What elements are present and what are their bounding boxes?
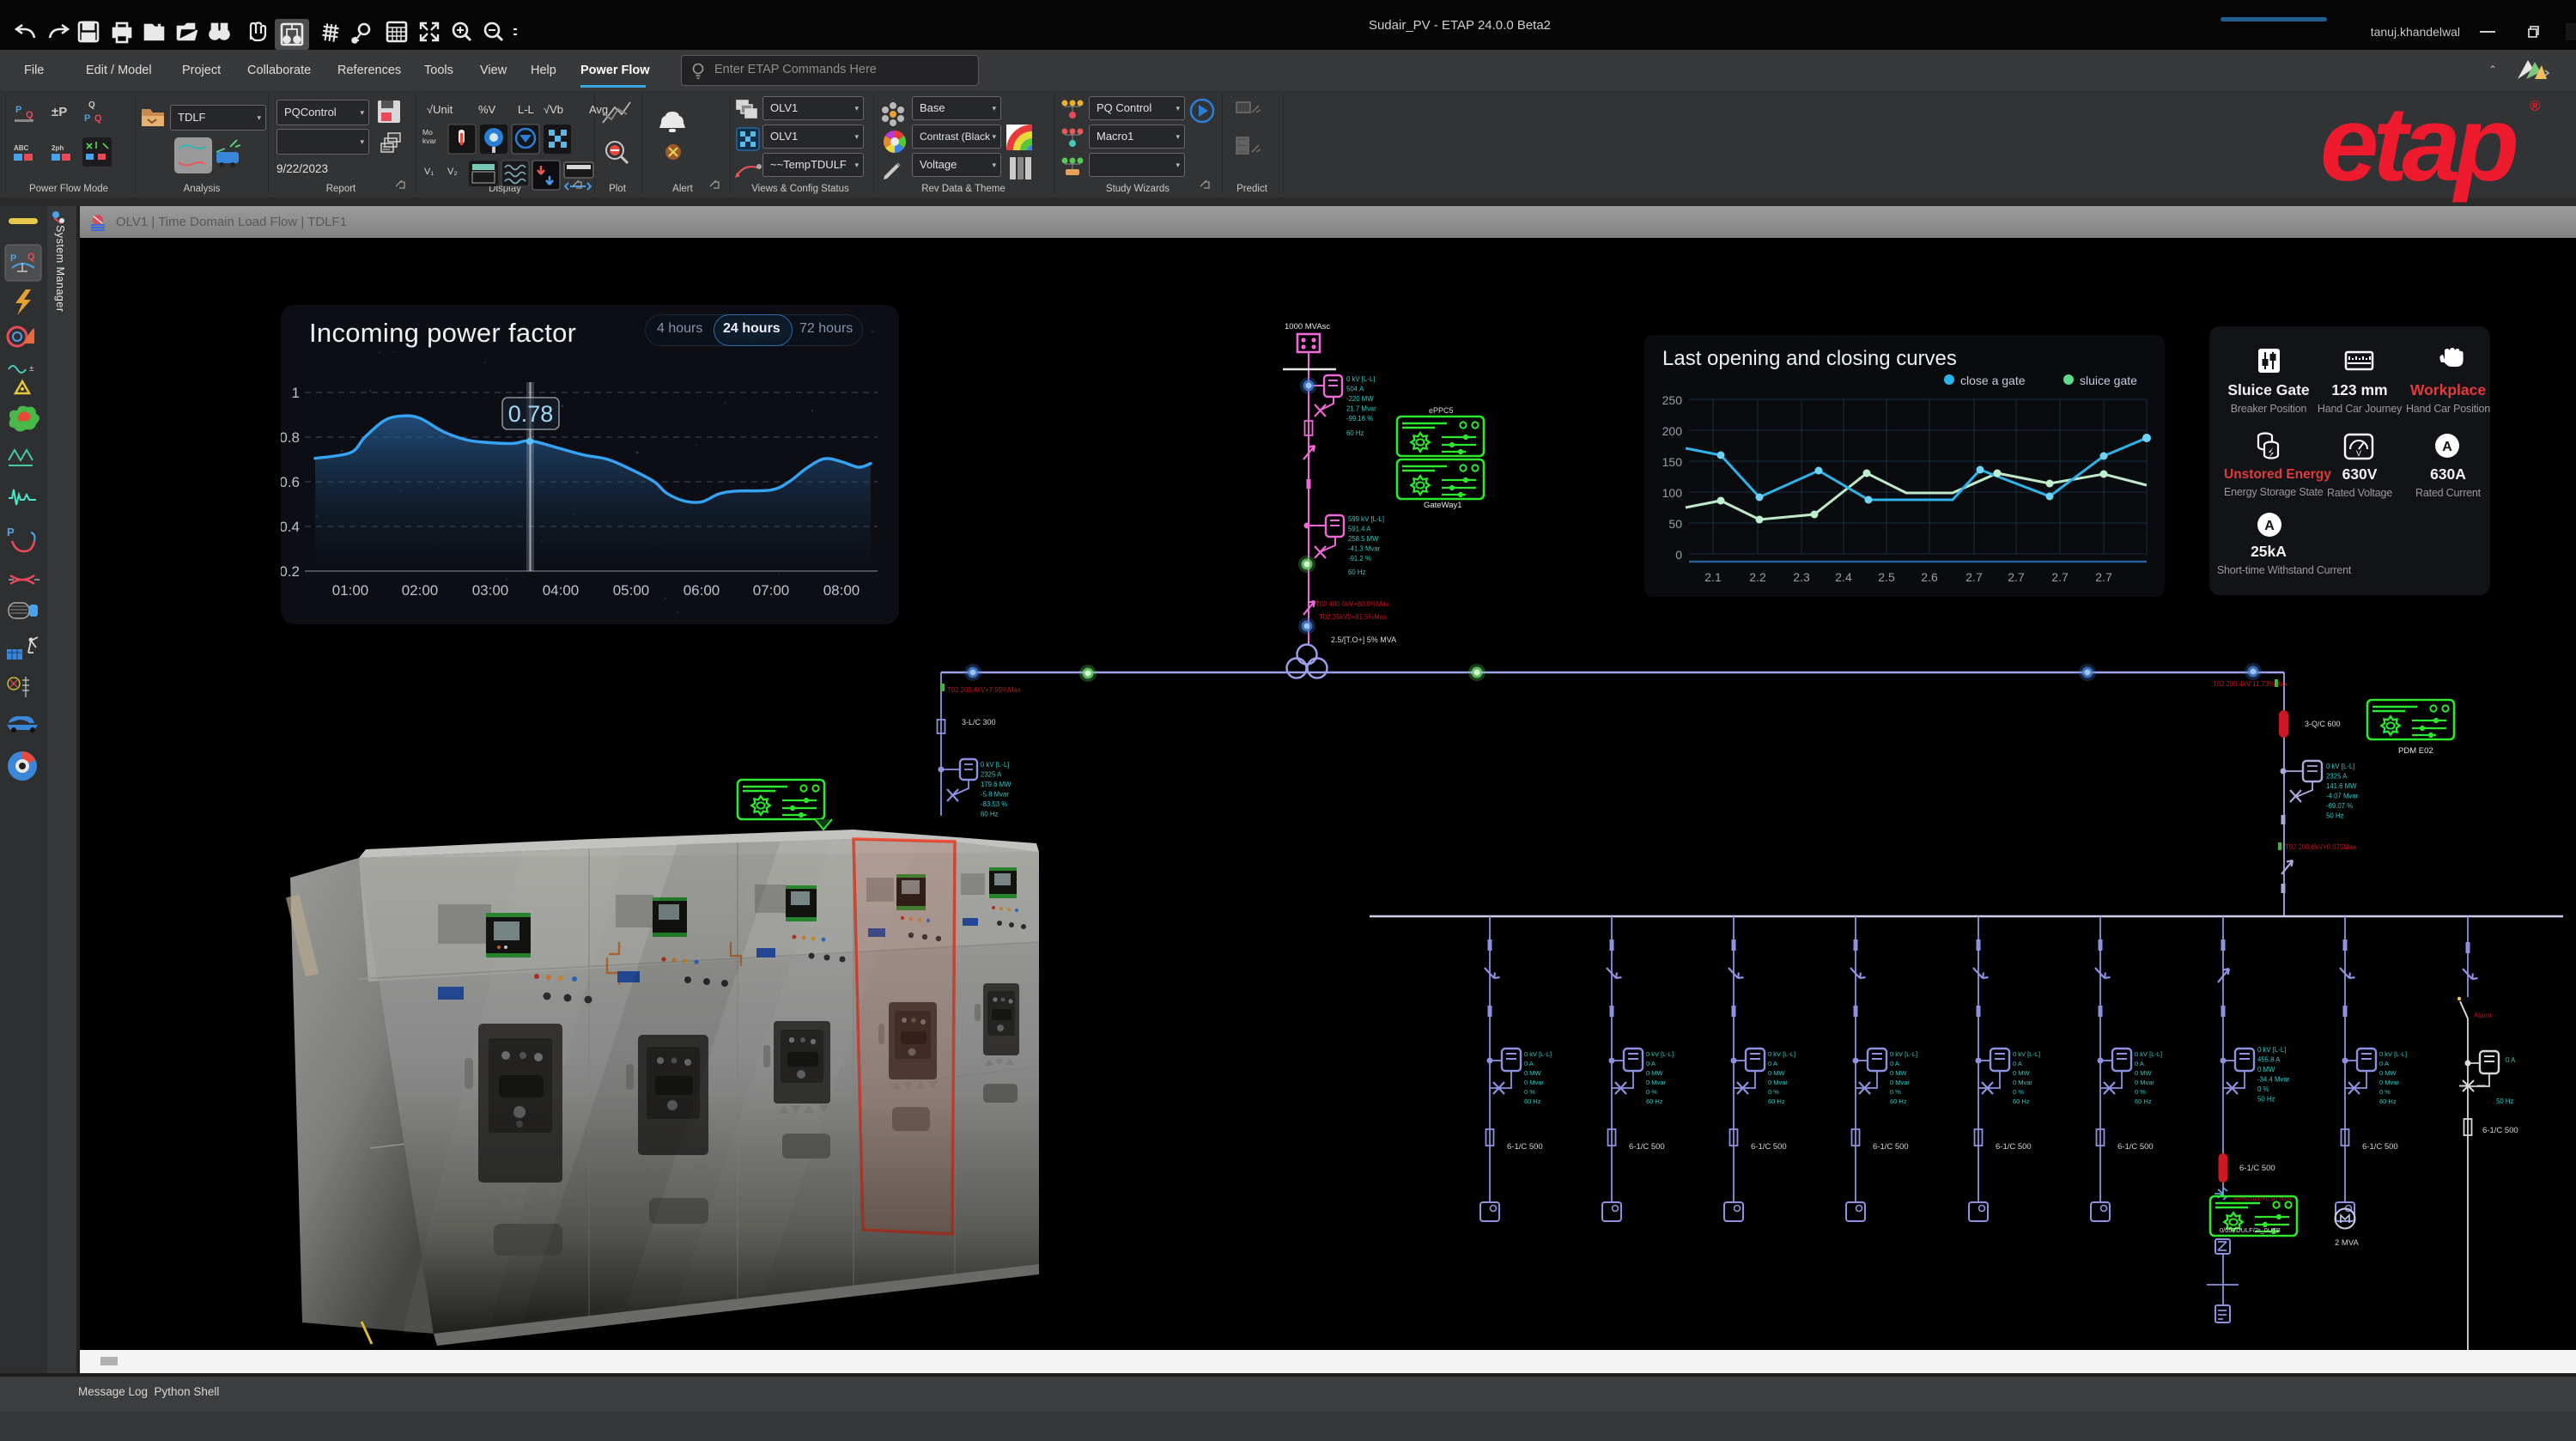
svg-text:599 kV [L-L]: 599 kV [L-L] [1348, 515, 1384, 523]
svg-text:±: ± [29, 364, 34, 374]
svg-text:50 Hz: 50 Hz [2326, 812, 2343, 820]
svg-text:60 Hz: 60 Hz [1348, 568, 1365, 576]
svg-text:179.6 MW: 179.6 MW [981, 781, 1012, 788]
svg-text:6-1/C 500: 6-1/C 500 [1629, 1142, 1665, 1152]
svg-text:V₁: V₁ [424, 167, 434, 177]
svg-text:L-L: L-L [518, 103, 534, 116]
svg-text:-99.16 %: -99.16 % [1346, 415, 1373, 423]
svg-text:50 Hz: 50 Hz [2496, 1097, 2513, 1105]
svg-text:-5.8 Mvar: -5.8 Mvar [981, 791, 1009, 799]
svg-text:P: P [7, 526, 15, 538]
svg-text:Q: Q [26, 110, 33, 120]
svg-text:Q: Q [27, 252, 35, 262]
svg-text:0 MW: 0 MW [2257, 1066, 2275, 1073]
svg-text:±P: ±P [52, 105, 67, 119]
svg-text:0 %: 0 % [2257, 1085, 2269, 1093]
svg-text:-91.2 %: -91.2 % [1348, 555, 1371, 562]
svg-text:Q: Q [88, 100, 95, 110]
svg-text:6-1/C 500: 6-1/C 500 [2239, 1164, 2275, 1173]
svg-text:2 MVA: 2 MVA [2335, 1238, 2359, 1248]
svg-text:258.5 MW: 258.5 MW [1348, 535, 1379, 543]
svg-text:3-Q/C 600: 3-Q/C 600 [2305, 720, 2341, 728]
svg-text:-4.07 Mvar: -4.07 Mvar [2326, 793, 2359, 800]
svg-text:-69.07 %: -69.07 % [2326, 802, 2353, 810]
svg-text:kvar: kvar [422, 137, 436, 145]
svg-text:504.A: 504.A [1346, 386, 1364, 393]
svg-text:-41.3 Mvar: -41.3 Mvar [1348, 545, 1381, 553]
svg-text:591.4 A: 591.4 A [1348, 526, 1371, 533]
svg-text:3-L/C 300: 3-L/C 300 [962, 718, 996, 727]
svg-text:Alarm: Alarm [2474, 1012, 2491, 1019]
svg-text:P: P [10, 253, 16, 264]
svg-text:0 kV [L-L]: 0 kV [L-L] [981, 761, 1009, 769]
svg-text:0 A: 0 A [2506, 1056, 2516, 1064]
svg-text:6-1/C 500: 6-1/C 500 [2482, 1126, 2518, 1135]
svg-text:√Vb: √Vb [544, 103, 563, 116]
svg-text:T02 400.6kV+80.9%Max: T02 400.6kV+80.9%Max [1315, 600, 1389, 608]
svg-text:141.6 MW: 141.6 MW [2326, 782, 2357, 790]
svg-text:P: P [84, 113, 90, 124]
svg-text:T02.35kV0+81.5%Max: T02.35kV0+81.5%Max [1319, 613, 1387, 621]
svg-text:2325 A: 2325 A [2326, 773, 2348, 781]
svg-text:Mo: Mo [422, 128, 433, 137]
svg-text:0/05TDULF/2r_0UTB: 0/05TDULF/2r_0UTB [2220, 1226, 2281, 1234]
svg-text:60 Hz: 60 Hz [981, 811, 998, 818]
svg-text:6-1/C 500: 6-1/C 500 [2117, 1142, 2154, 1152]
svg-text:P: P [15, 105, 21, 115]
svg-text:PDM E02: PDM E02 [2398, 746, 2433, 756]
svg-text:ePPC5: ePPC5 [1429, 406, 1454, 415]
svg-text:0 kV [L-L]: 0 kV [L-L] [2326, 763, 2354, 770]
svg-text:6-1/C 500: 6-1/C 500 [2362, 1142, 2398, 1152]
svg-text:-220 MW: -220 MW [1346, 395, 1374, 403]
svg-text:2.5/[T.O+] 5% MVA: 2.5/[T.O+] 5% MVA [1331, 635, 1396, 644]
svg-text:6-1/C 500: 6-1/C 500 [1873, 1142, 1909, 1152]
svg-text:ABC: ABC [14, 144, 29, 152]
svg-text:0 kV [L-L]: 0 kV [L-L] [1346, 375, 1375, 383]
svg-text:50 Hz: 50 Hz [2257, 1096, 2275, 1104]
svg-text:-34.4 Mvar: -34.4 Mvar [2257, 1076, 2290, 1084]
svg-text:1000 MVAsc: 1000 MVAsc [1285, 322, 1330, 331]
svg-text:60 Hz: 60 Hz [1346, 429, 1364, 437]
svg-text:6-1/C 500: 6-1/C 500 [1507, 1142, 1543, 1152]
svg-text:Q: Q [94, 113, 102, 124]
svg-text:T02 200.4kV+7.55%Max: T02 200.4kV+7.55%Max [947, 686, 1021, 694]
svg-text:2325 A: 2325 A [981, 771, 1002, 779]
svg-text:2ph: 2ph [52, 144, 64, 152]
svg-text:21.7 Mvar: 21.7 Mvar [1346, 405, 1376, 413]
svg-text:√Unit: √Unit [427, 103, 453, 116]
svg-text:0 kV [L-L]: 0 kV [L-L] [2257, 1046, 2286, 1054]
svg-text:6-1/C 500: 6-1/C 500 [1996, 1142, 2032, 1152]
svg-text:455.8 A: 455.8 A [2257, 1056, 2281, 1064]
svg-text:%V: %V [478, 103, 496, 116]
svg-text:-83.53 %: -83.53 % [981, 800, 1007, 808]
svg-text:6-1/C 500: 6-1/C 500 [1751, 1142, 1787, 1152]
svg-text:GateWay1: GateWay1 [1424, 501, 1462, 510]
svg-text:V₂: V₂ [447, 167, 458, 177]
svg-text:T02 200.6kV+0.075Max: T02 200.6kV+0.075Max [2285, 843, 2356, 851]
